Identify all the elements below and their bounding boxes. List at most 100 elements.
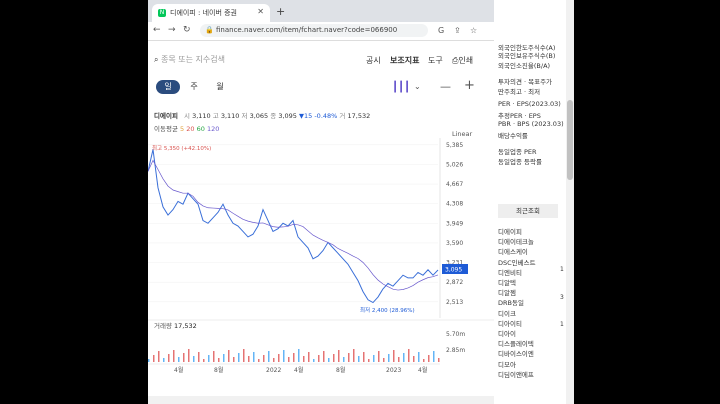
volume-bar (423, 359, 425, 362)
period-month[interactable]: 월 (208, 80, 232, 94)
volume-bar (273, 358, 275, 362)
x-tick-label: 8월 (214, 366, 223, 374)
menu-indicators[interactable]: 보조지표 (390, 55, 419, 66)
share-icon[interactable]: ⇪ (454, 26, 461, 35)
sidebar-info-item: 투자의견 · 목표주가 (498, 78, 553, 86)
url-field[interactable]: 🔒 finance.naver.com/item/fchart.naver?co… (200, 24, 428, 37)
recent-stock-item[interactable]: 디에이테크놀 (498, 236, 534, 246)
volume-bar (333, 354, 335, 362)
new-tab-icon[interactable]: + (276, 5, 285, 18)
volume-bar (263, 355, 265, 362)
recent-stock-item[interactable]: 디딤이앤에프 (498, 369, 534, 379)
volume-bar (398, 357, 400, 362)
volume-bar (433, 351, 435, 362)
candlestick-icon[interactable]: ┃┃┃ (392, 82, 410, 93)
x-tick-label: 8월 (336, 366, 345, 374)
scale-label[interactable]: Linear (452, 130, 473, 138)
sidebar-info-item: 배당수익률 (498, 132, 528, 140)
volume-bar (168, 354, 170, 362)
recent-stock-item[interactable]: 디에스케이 (498, 246, 528, 256)
volume-bar (268, 351, 270, 362)
volume-bar (278, 354, 280, 362)
recent-stock-item[interactable]: 디알젬 (498, 287, 516, 297)
sidebar-info-item: 추정PER · EPS (498, 112, 541, 120)
naver-favicon-icon: N (158, 9, 166, 17)
volume-tick-1: 5.70m (446, 331, 465, 338)
recent-tab[interactable]: 최근조회 (498, 204, 558, 218)
recent-stock-item[interactable]: 디알텍 (498, 277, 516, 287)
recent-stock-item[interactable]: 디아이 (498, 328, 516, 338)
price-series-line (148, 149, 439, 304)
volume-bar (303, 356, 305, 362)
stock-name: 디에이피 (154, 112, 178, 120)
volume-bar (313, 359, 315, 362)
search-icon: ⌕ (154, 55, 159, 64)
close-icon[interactable]: ✕ (257, 7, 264, 16)
chevron-down-icon[interactable]: ⌄ (414, 82, 421, 91)
volume-bar (173, 350, 175, 362)
open-value: 3,110 (192, 112, 211, 120)
recent-stock-item[interactable]: DSC인베스트 (498, 257, 536, 267)
x-tick-label: 2023 (386, 367, 401, 374)
volume-label: 거 (339, 112, 346, 120)
sidebar-info-item: 동일업종 등락률 (498, 158, 542, 166)
volume-bar (243, 349, 245, 362)
tab-active[interactable]: N 디에이피 : 네이버 증권 ✕ (152, 4, 270, 22)
y-tick-label: 3,590 (446, 240, 463, 247)
recent-stock-item[interactable]: 디아이티 (498, 318, 522, 328)
recent-stock-item[interactable]: 디이크 (498, 308, 516, 318)
recent-stock-item[interactable]: 디스플레이텍 (498, 338, 534, 348)
sidebar-info-item: 외국인소진율(B/A) (498, 62, 551, 70)
menu-print[interactable]: ⎙인쇄 (452, 55, 473, 66)
x-tick-label: 4월 (174, 366, 183, 374)
low-value: 3,065 (249, 112, 269, 120)
volume-bar (318, 355, 320, 362)
menu-disclosure[interactable]: 공시 (366, 55, 381, 66)
search-input[interactable]: ⌕ 종목 또는 지수검색 (154, 54, 225, 65)
bookmark-star-icon[interactable]: ☆ (470, 26, 477, 35)
recent-stock-item[interactable]: 디에이피 (498, 226, 522, 236)
forward-icon[interactable]: → (168, 25, 176, 35)
volume-bar (238, 353, 240, 362)
reload-icon[interactable]: ↻ (183, 25, 191, 35)
sidebar-info-item: PER · EPS(2023.03) (498, 100, 561, 108)
y-tick-label: 5,026 (446, 161, 463, 168)
recent-stock-item[interactable]: DRB동일 (498, 297, 524, 307)
volume-bar (438, 358, 440, 362)
menu-tools[interactable]: 도구 (428, 55, 443, 66)
high-annotation: 최고 5,350 (+42.10%) (152, 144, 211, 152)
low-label: 저 (241, 112, 248, 120)
volume-bar (373, 355, 375, 362)
url-text: finance.naver.com/item/fchart.naver?code… (216, 26, 398, 34)
volume-bar (193, 356, 195, 362)
period-day[interactable]: 일 (156, 80, 180, 94)
google-icon[interactable]: G (438, 26, 444, 35)
volume-bar (338, 350, 340, 362)
volume-bar (293, 353, 295, 362)
sidebar-panel: 외국인한도주식수(A) 외국인보유주식수(B) 외국인소진율(B/A) 투자의견 · … (494, 0, 574, 404)
lock-icon: 🔒 (205, 26, 214, 34)
zoom-in-icon[interactable]: + (464, 78, 475, 93)
recent-stock-item[interactable]: 디모아 (498, 359, 516, 369)
recent-count: 1 (560, 266, 564, 273)
recent-stock-item[interactable]: 디엔비티 (498, 267, 522, 277)
volume-bar (148, 359, 150, 362)
recent-count: 1 (560, 321, 564, 328)
y-tick-label: 3,949 (446, 220, 463, 227)
back-icon[interactable]: ← (153, 25, 161, 35)
volume-bar (308, 352, 310, 362)
volume-bar (248, 356, 250, 362)
scrollbar-thumb[interactable] (567, 100, 573, 180)
ohlc-readout: 디에이피 시 3,110 고 3,110 저 3,065 종 3,095 ▼15… (154, 110, 370, 120)
period-week[interactable]: 주 (182, 80, 206, 94)
volume-bar (348, 353, 350, 362)
volume-bar (288, 357, 290, 362)
zoom-out-icon[interactable]: — (440, 80, 451, 93)
recent-stock-item[interactable]: 디바이스이엔 (498, 348, 534, 358)
volume-bar (178, 357, 180, 362)
volume-bar (428, 355, 430, 362)
horizontal-scrollbar[interactable] (148, 396, 494, 404)
high-value: 3,110 (220, 112, 240, 120)
price-chart[interactable]: Linear 5,385 5,026 4,667 4,308 3,949 3,590 3,2… (148, 128, 494, 398)
vertical-scrollbar[interactable] (566, 0, 574, 404)
